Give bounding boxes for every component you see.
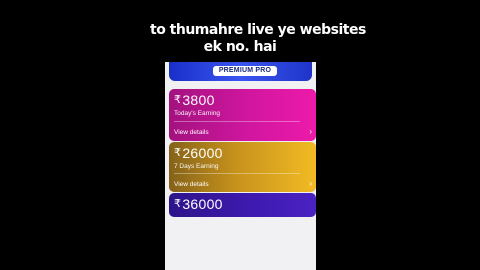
earning-amount: ₹ 3800 — [174, 92, 316, 108]
divider — [174, 121, 300, 122]
view-details-label: View details — [174, 180, 209, 188]
view-details-link[interactable]: View details › — [174, 127, 312, 137]
amount-value: 26000 — [182, 145, 223, 161]
divider — [174, 173, 300, 174]
earning-amount: ₹ 36000 — [174, 196, 316, 212]
rupee-icon: ₹ — [174, 147, 182, 159]
rupee-icon: ₹ — [174, 94, 182, 106]
chevron-right-icon: › — [309, 179, 312, 188]
video-caption: to thumahre live ye websites ek no. hai — [150, 22, 366, 56]
caption-line-2: ek no. hai — [203, 39, 277, 55]
view-details-link[interactable]: View details › — [174, 179, 312, 189]
earning-card-7days[interactable]: ₹ 26000 7 Days Earning View details › — [169, 142, 316, 192]
earning-card-today[interactable]: ₹ 3800 Today's Earning View details › — [169, 89, 316, 141]
earning-label: Today's Earning — [174, 110, 221, 117]
premium-banner[interactable]: PREMIUM PRO — [169, 62, 312, 81]
chevron-right-icon: › — [309, 127, 312, 136]
earning-label: 7 Days Earning — [174, 163, 219, 170]
rupee-icon: ₹ — [174, 198, 182, 210]
premium-pro-badge[interactable]: PREMIUM PRO — [213, 66, 277, 76]
phone-screen: PREMIUM PRO ₹ 3800 Today's Earning View … — [165, 62, 316, 270]
caption-line-1: to thumahre live ye websites — [150, 22, 366, 38]
earning-amount: ₹ 26000 — [174, 145, 316, 161]
earning-card-partial[interactable]: ₹ 36000 — [169, 193, 316, 217]
amount-value: 36000 — [182, 196, 223, 212]
amount-value: 3800 — [182, 92, 215, 108]
view-details-label: View details — [174, 128, 209, 136]
